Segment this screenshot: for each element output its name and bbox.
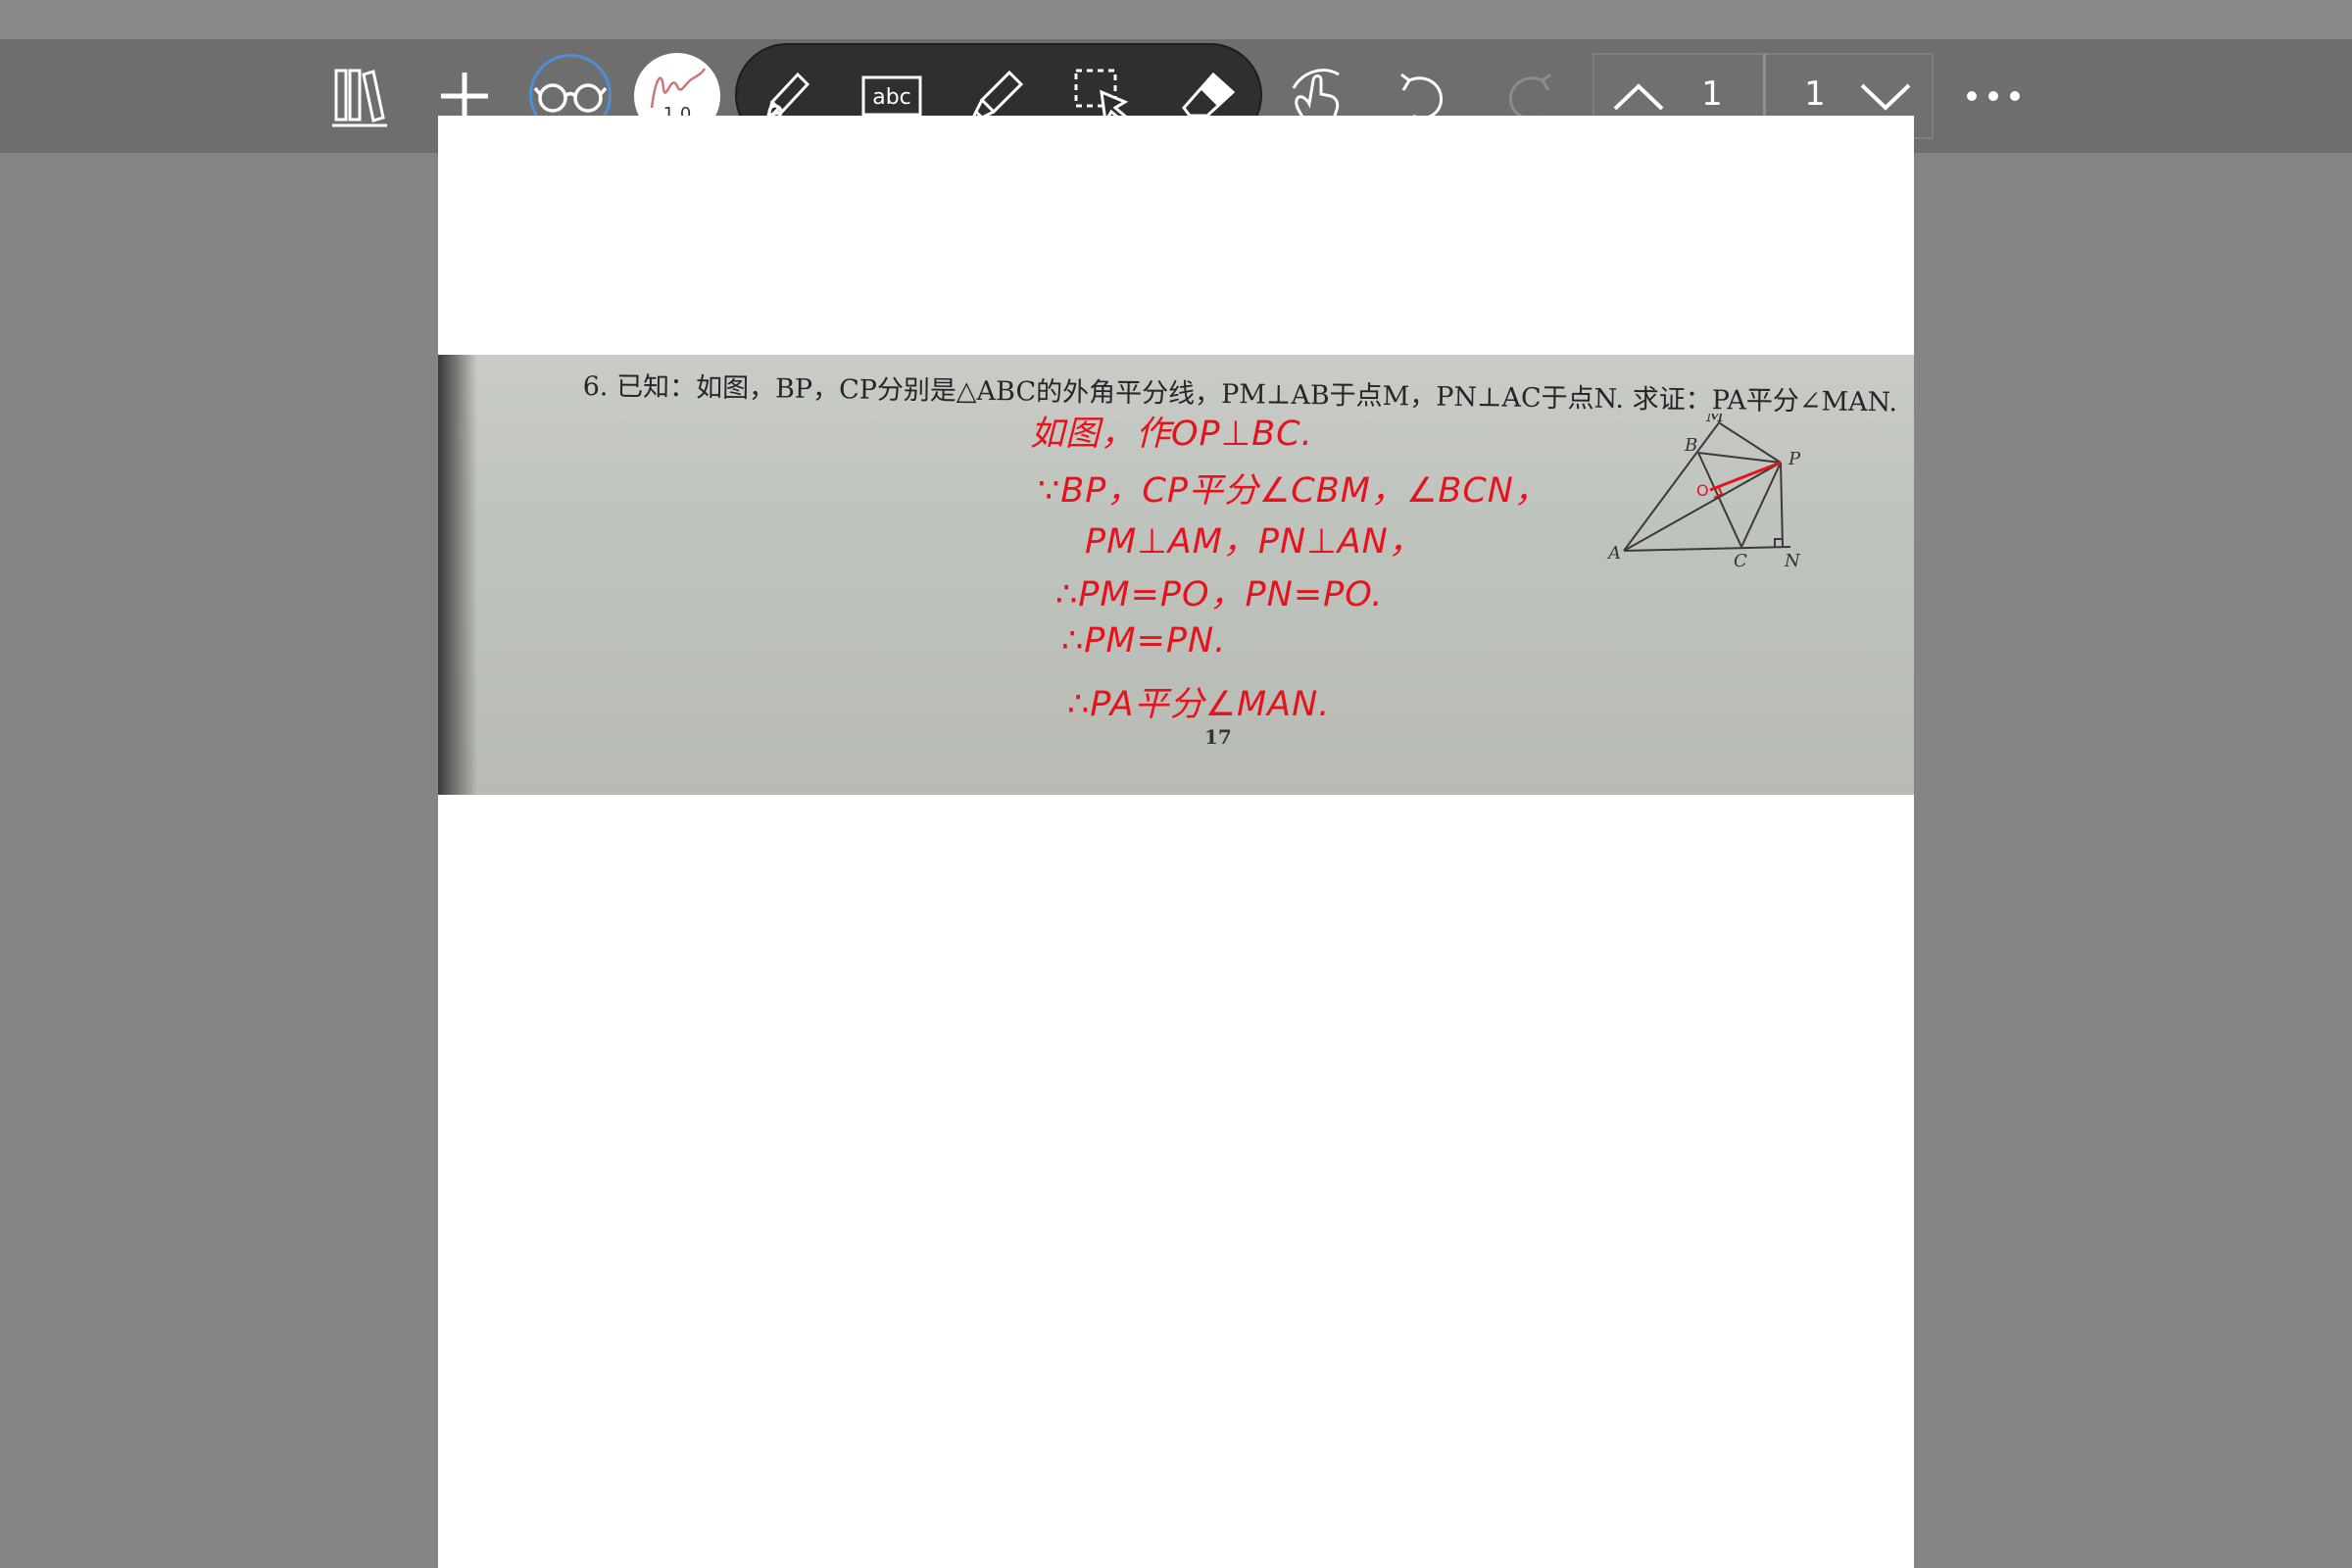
photo-binding-shadow: [438, 355, 477, 795]
page-number-label: 17: [1204, 725, 1232, 749]
window-top-strip: [0, 0, 2352, 39]
library-button[interactable]: [318, 55, 401, 137]
chevron-down-icon: [1860, 83, 1911, 111]
more-dots-icon: [1967, 91, 2020, 101]
svg-text:P: P: [1788, 449, 1801, 469]
handwriting-line-5: ∴PM=PN.: [1061, 621, 1227, 661]
more-menu-button[interactable]: [1952, 55, 2034, 137]
text-box-icon: abc: [861, 75, 922, 117]
document-page[interactable]: 6. 已知：如图，BP，CP分别是△ABC的外角平分线，PM⊥AB于点M，PN⊥…: [438, 116, 1914, 1568]
svg-text:B: B: [1684, 435, 1697, 456]
handwriting-line-1: 如图，作OP⊥BC.: [1030, 415, 1313, 454]
svg-text:M: M: [1705, 414, 1725, 426]
svg-text:A: A: [1606, 543, 1621, 564]
glasses-icon: [533, 83, 608, 113]
handwriting-line-2: ∵BP，CP平分∠CBM，∠BCN，: [1038, 471, 1549, 511]
homework-photo: 6. 已知：如图，BP，CP分别是△ABC的外角平分线，PM⊥AB于点M，PN⊥…: [438, 355, 1914, 795]
handwriting-line-6: ∴PA平分∠MAN.: [1067, 685, 1331, 724]
svg-text:N: N: [1784, 551, 1801, 570]
svg-text:abc: abc: [872, 85, 911, 110]
chevron-up-icon: [1613, 83, 1664, 111]
handwriting-line-4: ∴PM=PO，PN=PO.: [1055, 575, 1384, 614]
current-page-number[interactable]: 1: [1683, 74, 1741, 114]
total-page-count: 1: [1804, 74, 1826, 114]
handwriting-line-3: PM⊥AM，PN⊥AN，: [1085, 522, 1424, 562]
svg-text:C: C: [1734, 551, 1747, 570]
geometry-diagram: A B C M N P O: [1606, 414, 1801, 570]
bookshelf-icon: [332, 69, 387, 127]
svg-text:O: O: [1696, 481, 1709, 500]
